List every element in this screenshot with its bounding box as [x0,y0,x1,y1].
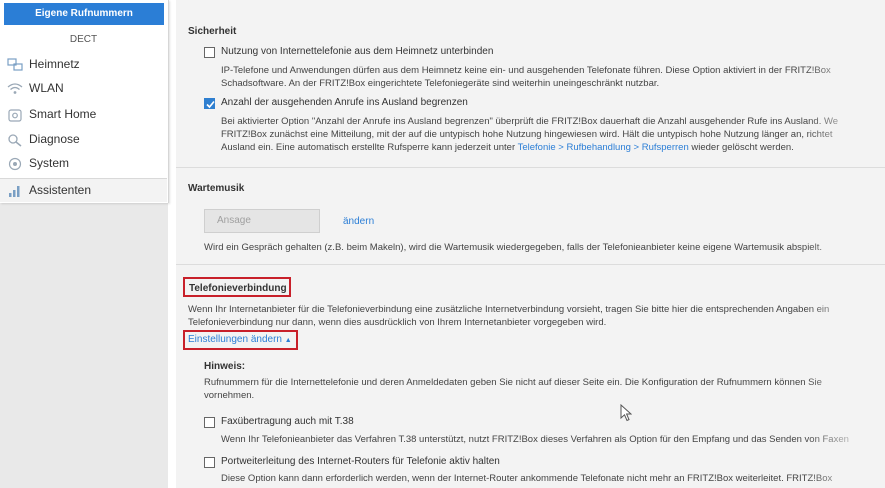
limit-foreign-calls-desc-line1: Bei aktivierter Option "Anzahl der Anruf… [221,116,839,127]
limit-foreign-calls-checkbox[interactable] [204,98,215,109]
telefonieverbindung-desc-line1: Wenn Ihr Internetanbieter für die Telefo… [188,304,830,315]
sidebar-item-heimnetz[interactable]: Heimnetz [0,53,167,76]
wifi-icon [6,81,24,96]
block-internet-telephony-checkbox[interactable] [204,47,215,58]
sidebar: Eigene Rufnummern DECT Heimnetz WLAN Sma… [0,0,169,488]
einstellungen-aendern-label: Einstellungen ändern [188,334,282,345]
port-forwarding-label: Portweiterleitung des Internet-Routers f… [221,456,500,467]
mouse-cursor-icon [620,404,632,422]
sidebar-item-label: Smart Home [29,107,97,121]
hint-desc-line2: vornehmen. [204,390,255,401]
sidebar-item-diagnose[interactable]: Diagnose [0,128,167,151]
divider [176,167,885,168]
sidebar-item-label: System [29,156,70,170]
fax-t38-checkbox[interactable] [204,417,215,428]
block-internet-telephony-desc-line1: IP-Telefone und Anwendungen dürfen aus d… [221,65,831,76]
port-forwarding-desc: Diese Option kann dann erforderlich werd… [221,473,833,484]
divider [176,264,885,265]
text-fade [805,60,885,160]
main-content: Sicherheit Nutzung von Internettelefonie… [176,0,885,488]
wartemusik-change-link[interactable]: ändern [343,216,374,229]
section-title-wartemusik: Wartemusik [188,183,245,194]
ansage-input[interactable]: Ansage [204,209,320,233]
sidebar-subitem-dect[interactable]: DECT [0,29,167,51]
wizard-icon [6,183,24,198]
network-icon [6,57,24,72]
desc-tail: wieder gelöscht werden. [691,142,794,153]
block-internet-telephony-label: Nutzung von Internettelefonie aus dem He… [221,46,494,57]
sidebar-menu: Eigene Rufnummern DECT Heimnetz WLAN Sma… [0,0,169,203]
system-icon [6,156,24,171]
section-title-telefonieverbindung: Telefonieverbindung [189,283,287,294]
sidebar-item-assistenten[interactable]: Assistenten [0,178,167,202]
limit-foreign-calls-label: Anzahl der ausgehenden Anrufe ins Auslan… [221,97,468,108]
rufsperren-link[interactable]: Telefonie > Rufbehandlung > Rufsperren [518,142,689,153]
sidebar-item-label: Heimnetz [29,57,80,71]
fax-t38-desc: Wenn Ihr Telefonieanbieter das Verfahren… [221,434,849,445]
sidebar-item-wlan[interactable]: WLAN [0,77,167,100]
sidebar-item-label: Diagnose [29,132,80,146]
limit-foreign-calls-desc-line3: Ausland ein. Eine automatisch erstellte … [221,142,794,155]
block-internet-telephony-desc-line2: Schadsoftware. An der FRITZ!Box eingeric… [221,78,660,89]
diagnose-icon [6,132,24,147]
einstellungen-aendern-link[interactable]: Einstellungen ändern ▲ [188,334,292,348]
sidebar-item-label: WLAN [29,81,64,95]
triangle-up-icon: ▲ [284,337,292,344]
wartemusik-desc: Wird ein Gespräch gehalten (z.B. beim Ma… [204,242,822,253]
text-fade [805,300,885,488]
sidebar-item-system[interactable]: System [0,152,167,175]
telefonieverbindung-desc-line2: Telefonieverbindung nur dann, wenn dies … [188,317,607,328]
section-title-sicherheit: Sicherheit [188,26,237,37]
sidebar-item-smart-home[interactable]: Smart Home [0,103,167,126]
sidebar-subitem-eigene-rufnummern[interactable]: Eigene Rufnummern [4,3,164,25]
checkmark-icon [206,100,215,109]
port-forwarding-checkbox[interactable] [204,457,215,468]
smart-home-icon [6,107,24,122]
limit-foreign-calls-desc-line2: FRITZ!Box zunächst eine Mitteilung, mit … [221,129,833,140]
hint-title: Hinweis: [204,361,246,372]
fax-t38-label: Faxübertragung auch mit T.38 [221,416,354,427]
hint-desc-line1: Rufnummern für die Internettelefonie und… [204,377,822,388]
desc-text: Ausland ein. Eine automatisch erstellte … [221,142,516,153]
sidebar-item-label: Assistenten [29,183,92,197]
text-fade [805,238,885,258]
